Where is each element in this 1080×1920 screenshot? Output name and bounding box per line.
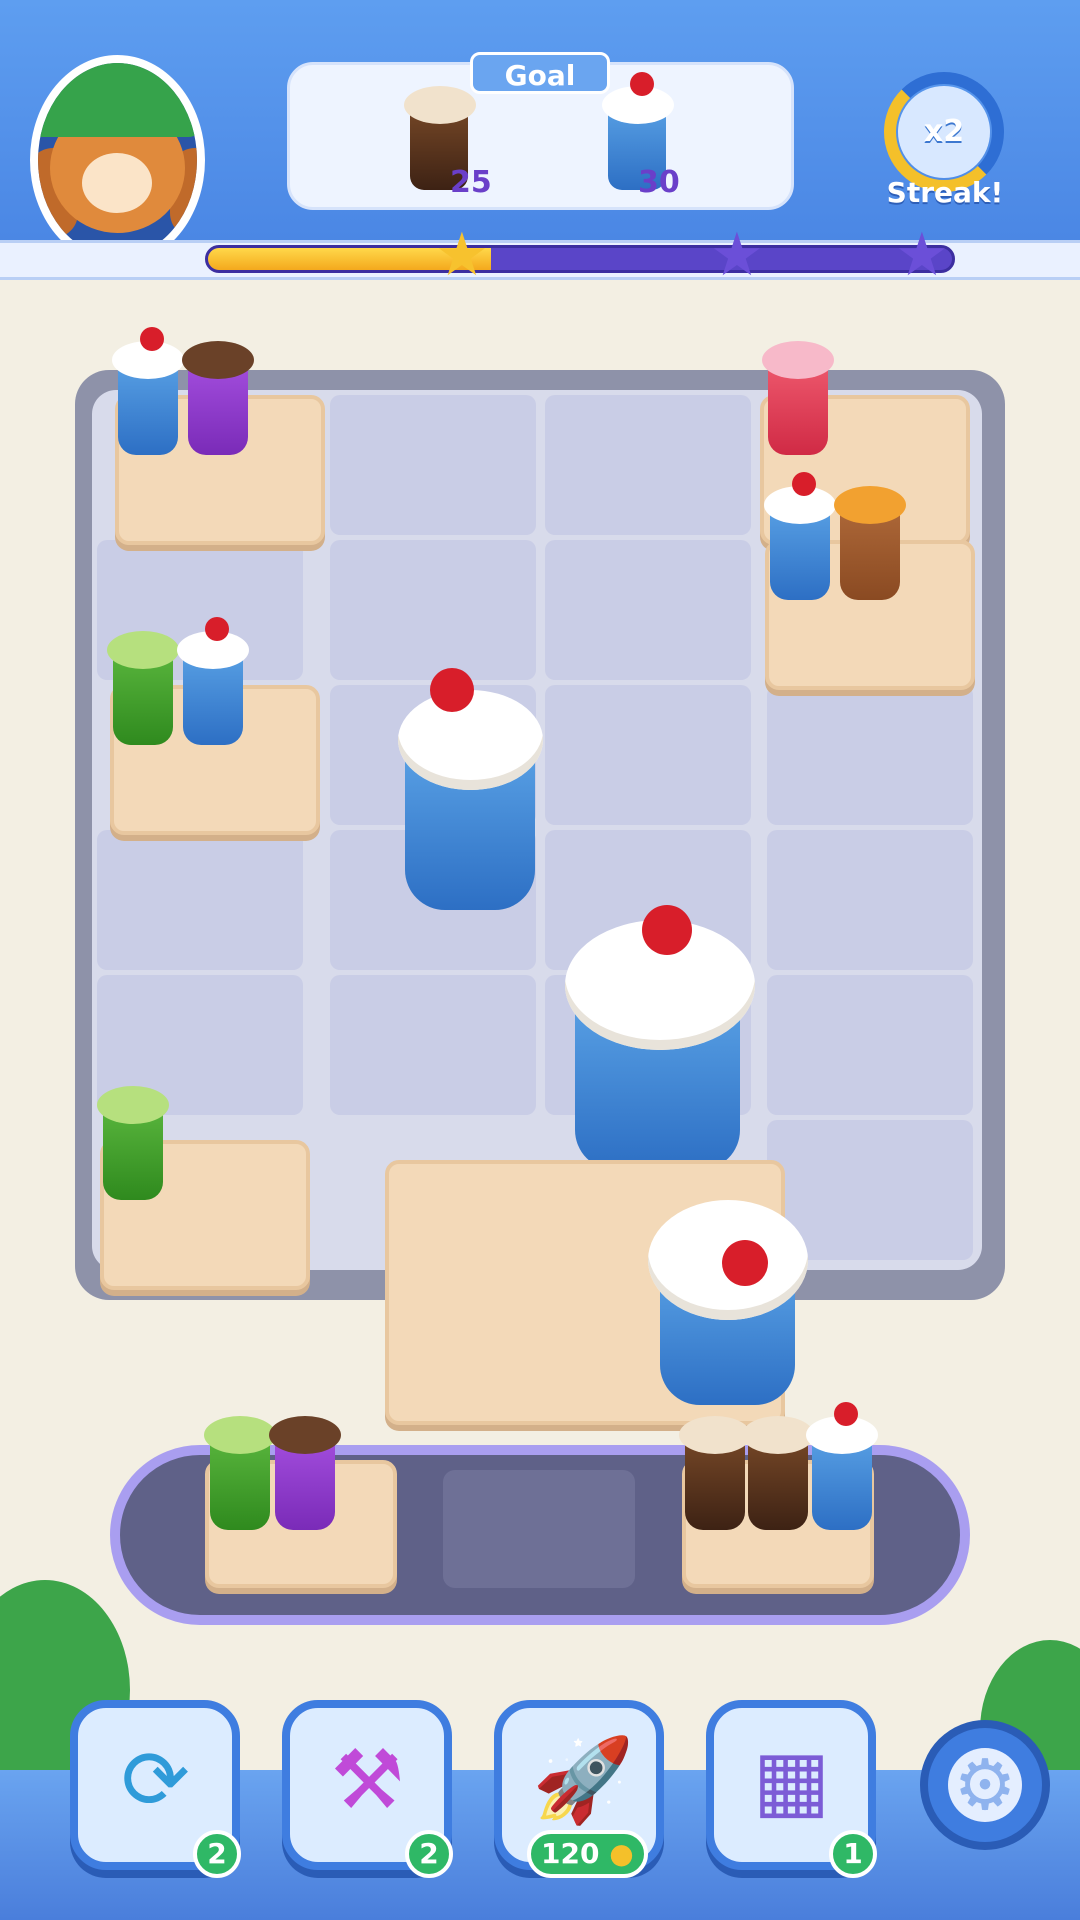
- level-progress-bar: [205, 245, 955, 273]
- tray-swap-count-badge: 1: [829, 1830, 877, 1878]
- sundae-cup: [806, 1402, 878, 1530]
- coin-icon: ●: [609, 1837, 634, 1870]
- hammer-icon: ⚒: [330, 1733, 405, 1828]
- empty-dock-slot[interactable]: [443, 1470, 635, 1588]
- cherry-icon: [642, 905, 692, 955]
- streak-label: Streak!: [886, 176, 1004, 209]
- matcha-cup: [204, 1416, 276, 1530]
- berry-cup: [762, 341, 834, 455]
- grid-cell[interactable]: [545, 685, 751, 825]
- star-icon-earned: ★: [435, 220, 489, 290]
- whipped-cream: [398, 690, 543, 790]
- settings-button[interactable]: ⚙: [920, 1720, 1050, 1850]
- star-icon-pending: ★: [710, 220, 764, 290]
- grid-cell[interactable]: [545, 540, 751, 680]
- goal-latte-count: 25: [450, 165, 492, 200]
- shuffle-button[interactable]: ⟳ 2: [70, 1700, 241, 1878]
- latte-cup: [679, 1416, 751, 1530]
- grid-cell[interactable]: [545, 395, 751, 535]
- latte-cup: [742, 1416, 814, 1530]
- latte-foam: [404, 86, 476, 124]
- mocha-cup: [269, 1416, 341, 1530]
- tray-swap-button[interactable]: ▦ 1: [706, 1700, 877, 1878]
- rocket-cost: 120: [541, 1837, 600, 1870]
- shuffle-count-badge: 2: [193, 1830, 241, 1878]
- hammer-count-badge: 2: [405, 1830, 453, 1878]
- rocket-button[interactable]: 🚀 120 ●: [494, 1700, 664, 1878]
- rocket-icon: 🚀: [532, 1733, 635, 1828]
- cherry-icon: [430, 668, 474, 712]
- cherry-icon: [722, 1240, 768, 1286]
- star-icon-pending: ★: [895, 220, 949, 290]
- mocha-cup: [182, 341, 254, 455]
- cherry-icon: [630, 72, 654, 96]
- sundae-cup: [112, 327, 184, 455]
- hammer-button[interactable]: ⚒ 2: [282, 1700, 453, 1878]
- streak-multiplier: x2: [898, 86, 990, 178]
- lemon-tea-cup: [834, 486, 906, 600]
- sundae-cup: [764, 472, 836, 600]
- dog-muzzle: [82, 153, 152, 213]
- tray-swap-icon: ▦: [752, 1733, 831, 1828]
- grid-cell[interactable]: [767, 830, 973, 970]
- matcha-cup: [97, 1086, 169, 1200]
- grid-cell[interactable]: [767, 975, 973, 1115]
- player-avatar[interactable]: [30, 55, 205, 265]
- grid-cell[interactable]: [767, 685, 973, 825]
- sundae-cup: [177, 617, 249, 745]
- grid-cell[interactable]: [97, 830, 303, 970]
- gear-icon: ⚙: [948, 1748, 1022, 1822]
- grid-cell[interactable]: [330, 975, 536, 1115]
- matcha-cup: [107, 631, 179, 745]
- goal-label: Goal: [470, 52, 610, 94]
- grid-cell[interactable]: [330, 395, 536, 535]
- rocket-cost-badge: 120 ●: [527, 1830, 648, 1878]
- shuffle-icon: ⟳: [121, 1733, 190, 1828]
- goal-sundae-count: 30: [638, 165, 680, 200]
- grid-cell[interactable]: [330, 540, 536, 680]
